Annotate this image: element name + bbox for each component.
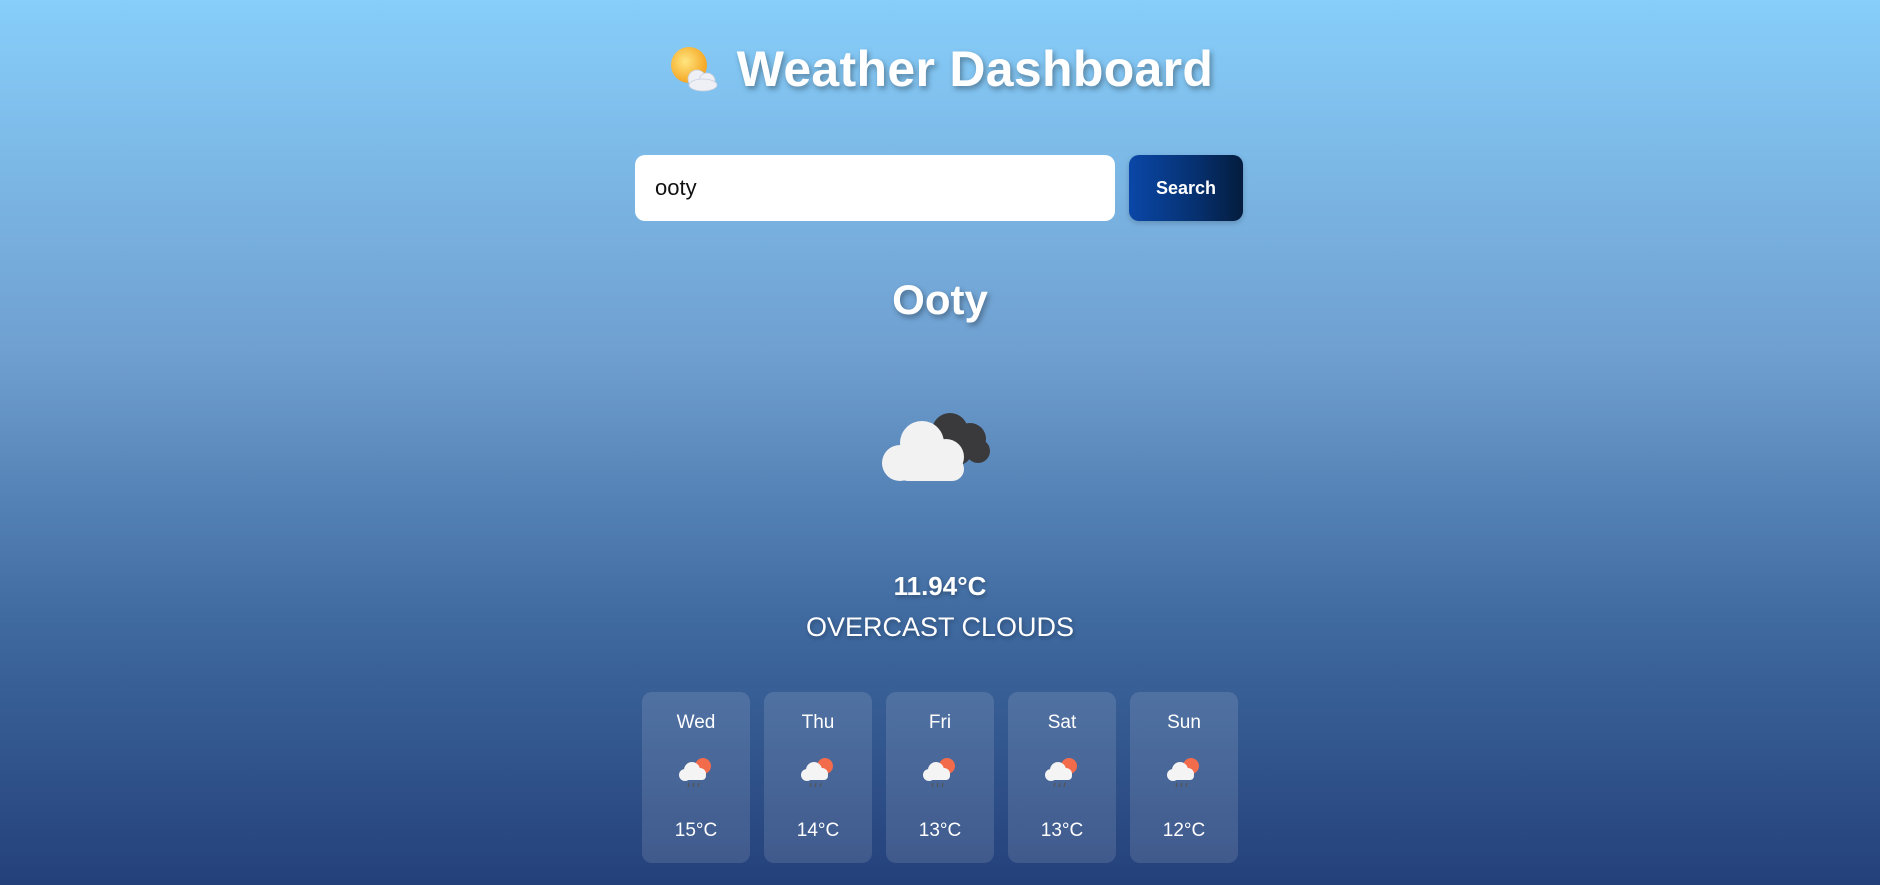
rain-with-sun-icon <box>676 755 716 791</box>
page-title: Weather Dashboard <box>736 41 1214 97</box>
forecast-list: Wed 15°C Thu 14°C Fri 13°C Sat 13°C Sun … <box>642 692 1238 863</box>
search-bar: Search <box>635 155 1243 221</box>
forecast-day: Sun <box>1167 712 1201 733</box>
forecast-card: Fri 13°C <box>886 692 994 863</box>
forecast-temp: 14°C <box>796 820 840 841</box>
rain-with-sun-icon <box>1164 755 1204 791</box>
forecast-day: Thu <box>801 712 835 733</box>
overcast-clouds-icon <box>878 405 998 485</box>
forecast-card: Wed 15°C <box>642 692 750 863</box>
forecast-temp: 13°C <box>1040 820 1084 841</box>
forecast-card: Sun 12°C <box>1130 692 1238 863</box>
forecast-card: Thu 14°C <box>764 692 872 863</box>
rain-with-sun-icon <box>920 755 960 791</box>
current-temperature: 11.94°C <box>893 571 987 601</box>
forecast-day: Sat <box>1047 712 1077 733</box>
sun-behind-cloud-icon <box>667 43 719 95</box>
forecast-temp: 13°C <box>918 820 962 841</box>
search-button[interactable]: Search <box>1129 155 1243 221</box>
rain-with-sun-icon <box>798 755 838 791</box>
city-name: Ooty <box>892 276 988 323</box>
forecast-temp: 12°C <box>1162 820 1206 841</box>
forecast-card: Sat 13°C <box>1008 692 1116 863</box>
forecast-day: Wed <box>676 712 716 733</box>
weather-description: OVERCAST CLOUDS <box>805 612 1075 642</box>
rain-with-sun-icon <box>1042 755 1082 791</box>
page-header: Weather Dashboard <box>0 40 1880 98</box>
search-input[interactable] <box>635 155 1115 221</box>
forecast-temp: 15°C <box>674 820 718 841</box>
forecast-day: Fri <box>928 712 952 733</box>
